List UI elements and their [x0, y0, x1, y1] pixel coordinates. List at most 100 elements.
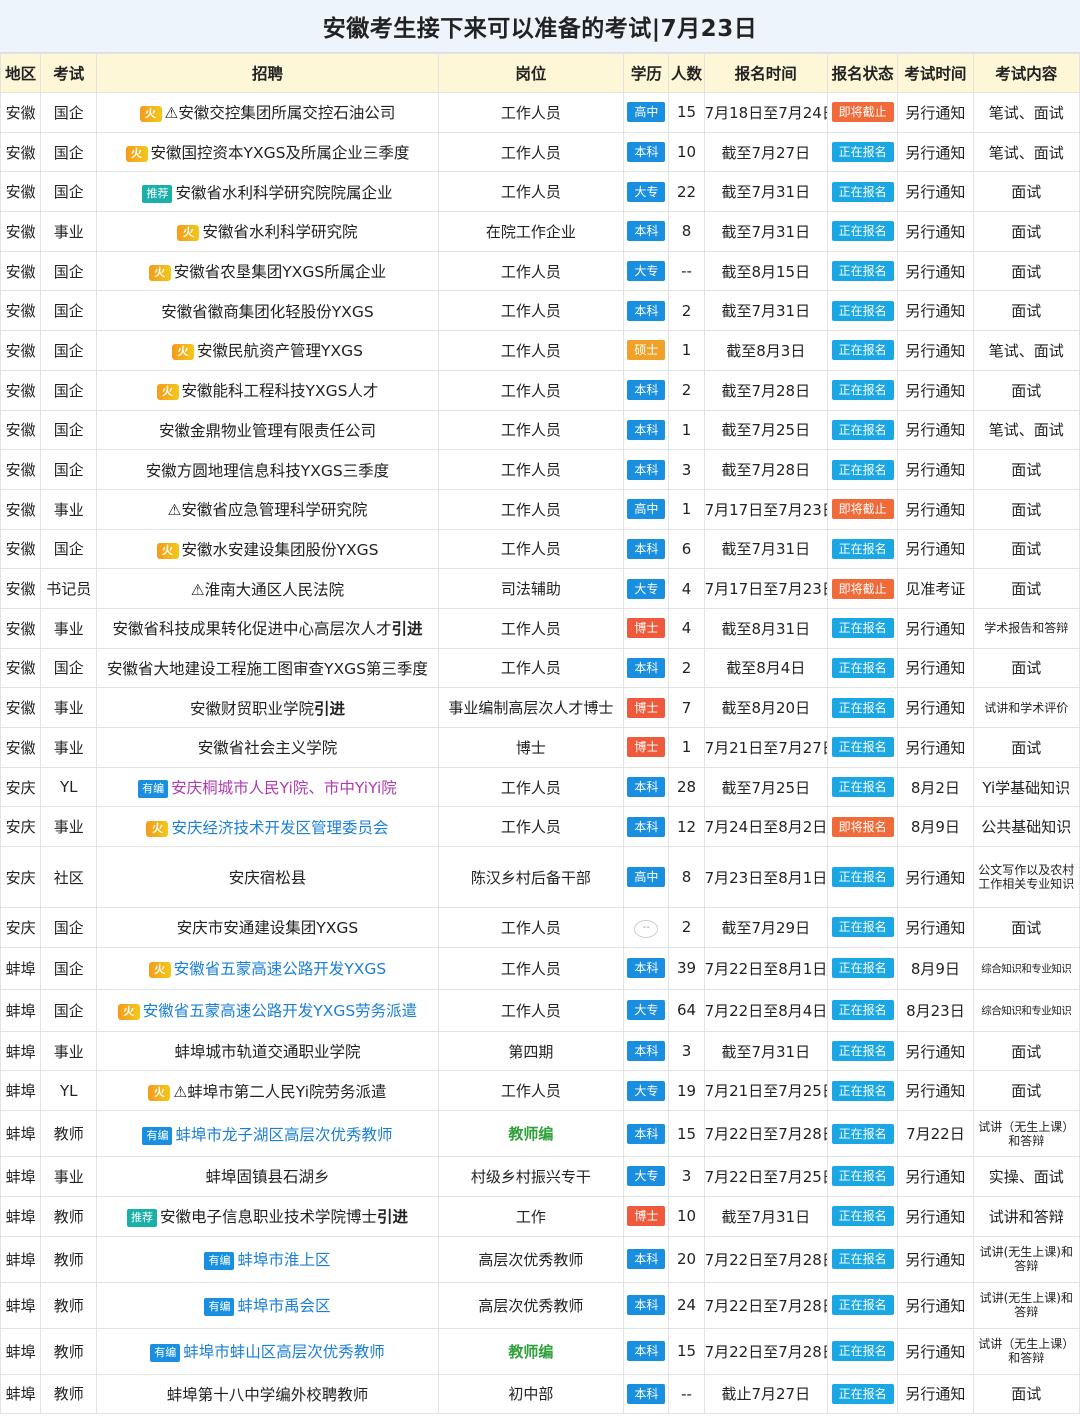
recruit-name[interactable]: 安徽省科技成果转化促进中心高层次人才 [112, 620, 391, 638]
recruit-cell[interactable]: 蚌埠城市轨道交通职业学院 [96, 1030, 439, 1072]
recruit-name[interactable]: 安徽省水利科学研究院院属企业 [175, 184, 392, 202]
num-cell: 2 [668, 369, 705, 411]
recruit-name[interactable]: 蚌埠市淮上区 [237, 1251, 330, 1269]
title-bar: 安徽考生接下来可以准备的考试|7月23日 [0, 0, 1080, 53]
recruit-cell[interactable]: 有编 蚌埠市禹会区 [96, 1281, 439, 1329]
recruit-name[interactable]: 安徽财贸职业学院 [190, 700, 314, 718]
exam-time-cell: 7月22日 [897, 1110, 974, 1158]
recruit-name[interactable]: 安徽民航资产管理YXGS [197, 342, 363, 360]
fire-icon: 火 [148, 1084, 171, 1101]
post-cell: 工作人员 [437, 171, 625, 213]
recruit-name[interactable]: 蚌埠城市轨道交通职业学院 [174, 1043, 360, 1061]
exam-time-cell: 另行通知 [897, 171, 974, 213]
recruit-cell[interactable]: ⚠安徽省应急管理科学研究院 [96, 488, 439, 530]
time-cell: 7月22日至7月28日 [703, 1327, 829, 1375]
recruit-name[interactable]: 安徽省应急管理科学研究院 [181, 501, 367, 519]
recruit-name[interactable]: 蚌埠市龙子湖区高层次优秀教师 [175, 1126, 392, 1144]
num-cell: -- [668, 1373, 705, 1415]
recruit-cell[interactable]: 安徽省社会主义学院 [96, 727, 439, 768]
recruit-cell[interactable]: 安徽方圆地理信息科技YXGS三季度 [96, 449, 439, 490]
recruit-cell[interactable]: 火 ⚠蚌埠市第二人民Yi院劳务派遣 [96, 1070, 439, 1112]
recruit-cell[interactable]: 有编 蚌埠市蚌山区高层次优秀教师 [96, 1327, 439, 1375]
recruit-cell[interactable]: 蚌埠固镇县石湖乡 [96, 1156, 439, 1197]
recruit-cell[interactable]: 有编 蚌埠市龙子湖区高层次优秀教师 [96, 1110, 439, 1158]
post-label: 第四期 [508, 1042, 554, 1061]
recruit-name[interactable]: 安徽省社会主义学院 [198, 739, 338, 757]
edu-badge: 大专 [627, 181, 666, 202]
recruit-name[interactable]: 安徽能科工程科技YXGS人才 [182, 382, 379, 400]
recruit-name[interactable]: 安徽国控资本YXGS及所属企业三季度 [151, 144, 410, 162]
recruit-cell[interactable]: 安徽省大地建设工程施工图审查YXGS第三季度 [96, 647, 439, 689]
recruit-cell[interactable]: 有编 安庆桐城市人民Yi院、市中YiYi院 [96, 766, 439, 808]
recruit-name[interactable]: 安徽交控集团所属交控石油公司 [178, 104, 395, 122]
post-cell: 工作人员 [437, 607, 625, 649]
status-badge: 正在报名 [831, 142, 894, 163]
recruit-name[interactable]: 蚌埠市蚌山区高层次优秀教师 [183, 1343, 385, 1361]
region-cell: 安徽 [0, 92, 42, 133]
num-cell: 28 [668, 766, 705, 808]
recruit-name[interactable]: 安徽省五蒙高速公路开发YXGS劳务派遣 [143, 1002, 417, 1020]
table-row: 安徽 事业 ⚠安徽省应急管理科学研究院 工作人员 高中 1 7月17日至7月23日 即将截止另… [0, 488, 1080, 530]
recommend-badge: 推荐 [142, 184, 173, 203]
recruit-name[interactable]: 安徽省大地建设工程施工图审查YXGS第三季度 [107, 660, 428, 678]
recruit-name[interactable]: 安庆经济技术开发区管理委员会 [171, 819, 388, 837]
recruit-name[interactable]: 蚌埠第十八中学编外校聘教师 [167, 1386, 369, 1404]
recruit-name[interactable]: 安徽省农垦集团YXGS所属企业 [174, 263, 386, 281]
recruit-name[interactable]: 安徽省水利科学研究院 [202, 223, 357, 241]
recruit-name[interactable]: 安徽水安建设集团股份YXGS [182, 541, 379, 559]
recruit-name[interactable]: 安徽电子信息职业技术学院博士 [160, 1208, 377, 1226]
recruit-name[interactable]: 安徽省五蒙高速公路开发YXGS [174, 960, 386, 978]
recruit-name[interactable]: 安徽省徽商集团化轻股份YXGS [161, 303, 373, 321]
recruit-name[interactable]: 安徽金鼎物业管理有限责任公司 [159, 422, 376, 440]
recruit-cell[interactable]: 火安徽省农垦集团YXGS所属企业 [96, 250, 439, 292]
status-badge: 即将截止 [831, 102, 894, 123]
recruit-cell[interactable]: 火安庆经济技术开发区管理委员会 [96, 806, 439, 848]
recruit-name[interactable]: 蚌埠固镇县石湖乡 [205, 1168, 329, 1186]
recruit-name[interactable]: 安庆桐城市人民Yi院、市中YiYi院 [171, 779, 397, 797]
recruit-cell[interactable]: 火安徽能科工程科技YXGS人才 [96, 369, 439, 411]
recruit-cell[interactable]: 有编 蚌埠市淮上区 [96, 1235, 439, 1283]
recruit-cell[interactable]: 安庆市安通建设集团YXGS [96, 907, 439, 948]
recruit-cell[interactable]: 火安徽省五蒙高速公路开发YXGS劳务派遣 [96, 988, 439, 1032]
recruit-cell[interactable]: 蚌埠第十八中学编外校聘教师 [96, 1373, 439, 1415]
recruit-cell[interactable]: 火 ⚠安徽交控集团所属交控石油公司 [96, 92, 439, 133]
recruit-cell[interactable]: ⚠淮南大通区人民法院 [96, 568, 439, 609]
time-cell: 7月22日至7月28日 [703, 1110, 829, 1158]
recruit-cell[interactable]: 安徽金鼎物业管理有限责任公司 [96, 409, 439, 451]
recruit-cell[interactable]: 安徽财贸职业学院引进 [96, 687, 439, 728]
recruit-name[interactable]: 安徽方圆地理信息科技YXGS三季度 [146, 462, 389, 480]
recruit-cell[interactable]: 安徽省徽商集团化轻股份YXGS [96, 290, 439, 332]
exam-content-cell: 学术报告和答辩 [972, 607, 1080, 649]
col-header-num: 人数 [668, 53, 705, 93]
exam-time-cell: 另行通知 [897, 409, 974, 451]
recruit-cell[interactable]: 安徽省科技成果转化促进中心高层次人才引进 [96, 607, 439, 649]
recruit-name[interactable]: 淮南大通区人民法院 [205, 581, 345, 599]
status-badge: 正在报名 [831, 380, 894, 401]
recruit-cell[interactable]: 推荐 安徽省水利科学研究院院属企业 [96, 171, 439, 213]
edu-badge: 本科 [627, 142, 666, 163]
table-row: 蚌埠 教师 有编 蚌埠市蚌山区高层次优秀教师 教师编 本科 15 7月22日至7月28日 正在报… [0, 1327, 1080, 1375]
recruit-name[interactable]: 蚌埠市第二人民Yi院劳务派遣 [187, 1083, 386, 1101]
status-badge: 正在报名 [831, 1295, 894, 1315]
exam-time-cell: 另行通知 [897, 131, 974, 173]
recruit-cell[interactable]: 火安徽省五蒙高速公路开发YXGS [96, 946, 439, 990]
region-cell: 安徽 [0, 131, 42, 173]
recruit-name[interactable]: 蚌埠市禹会区 [237, 1297, 330, 1315]
edu-cell: 博士 [623, 727, 670, 768]
recruit-cell[interactable]: 火安徽民航资产管理YXGS [96, 330, 439, 371]
recruit-cell[interactable]: 火安徽国控资本YXGS及所属企业三季度 [96, 131, 439, 173]
recruit-suffix: 引进 [376, 1208, 408, 1227]
recruit-cell[interactable]: 火安徽水安建设集团股份YXGS [96, 528, 439, 570]
exam-content-cell: 面试 [972, 171, 1080, 213]
status-cell: 正在报名 [827, 171, 899, 213]
recruit-cell[interactable]: 推荐 安徽电子信息职业技术学院博士引进 [96, 1195, 439, 1237]
edu-cell: 本科 [623, 766, 670, 808]
recruit-name[interactable]: 安庆市安通建设集团YXGS [177, 919, 358, 937]
exam-type-cell: 事业 [40, 1156, 98, 1197]
edu-badge: 本科 [627, 221, 666, 242]
recruit-cell[interactable]: 安庆宿松县 [96, 846, 439, 909]
recruit-cell[interactable]: 火安徽省水利科学研究院 [96, 211, 439, 252]
recruit-name[interactable]: 安庆宿松县 [229, 869, 307, 887]
post-label: 工作人员 [500, 818, 561, 837]
status-badge: 正在报名 [831, 1166, 894, 1187]
